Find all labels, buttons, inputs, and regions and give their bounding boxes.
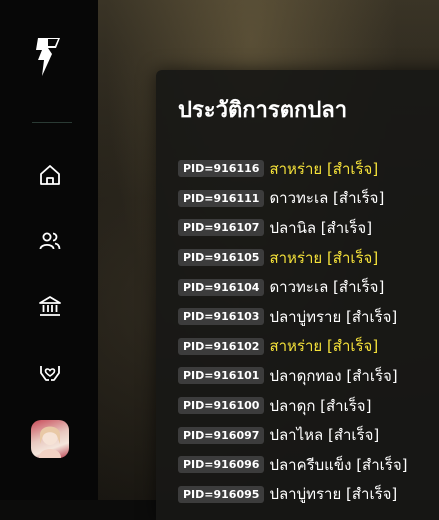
catch-label: ปลาดุกทอง [สำเร็จ] <box>269 366 398 385</box>
catch-label: สาหร่าย [สำเร็จ] <box>269 159 379 178</box>
home-icon <box>40 165 60 185</box>
catch-label: ปลาดุก [สำเร็จ] <box>269 396 372 415</box>
bank-icon <box>39 296 61 316</box>
pid-badge: PID=916116 <box>178 160 265 178</box>
pid-badge: PID=916095 <box>178 485 265 503</box>
users-icon <box>39 232 61 250</box>
catch-label: สาหร่าย [สำเร็จ] <box>269 248 379 267</box>
nav-home-button[interactable] <box>38 163 62 187</box>
catch-label: ปลาบู่ทราย [สำเร็จ] <box>269 307 398 326</box>
pid-badge: PID=916102 <box>178 337 265 355</box>
pid-badge: PID=916104 <box>178 278 265 296</box>
nav-support-button[interactable] <box>38 360 62 384</box>
catch-label: ปลานิล [สำเร็จ] <box>269 218 373 237</box>
catch-label: สาหร่าย [สำเร็จ] <box>269 337 379 356</box>
history-row: PID=916096 ปลาครีบแข็ง [สำเร็จ] <box>178 450 407 480</box>
history-row: PID=916102 สาหร่าย [สำเร็จ] <box>178 332 407 362</box>
history-row: PID=916116 สาหร่าย [สำเร็จ] <box>178 154 407 184</box>
pid-badge: PID=916105 <box>178 249 265 267</box>
nav-bank-button[interactable] <box>38 294 62 318</box>
catch-label: ดาวทะเล [สำเร็จ] <box>269 189 385 208</box>
sidebar-divider <box>32 122 72 123</box>
sidebar <box>0 0 98 500</box>
user-avatar[interactable] <box>31 420 69 458</box>
pid-badge: PID=916096 <box>178 456 265 474</box>
brand-logo[interactable] <box>34 36 64 78</box>
catch-label: ดาวทะเล [สำเร็จ] <box>269 278 385 297</box>
nav-users-button[interactable] <box>38 229 62 253</box>
pid-badge: PID=916107 <box>178 219 265 237</box>
catch-label: ปลาบู่ทราย [สำเร็จ] <box>269 485 398 504</box>
page-title: ประวัติการตกปลา <box>178 98 348 123</box>
catch-label: ปลาไหล [สำเร็จ] <box>269 426 380 445</box>
history-row: PID=916111 ดาวทะเล [สำเร็จ] <box>178 184 407 214</box>
pid-badge: PID=916101 <box>178 367 265 385</box>
fishing-history-panel: ประวัติการตกปลา PID=916116 สาหร่าย [สำเร็… <box>156 70 439 520</box>
pid-badge: PID=916111 <box>178 189 265 207</box>
history-row: PID=916104 ดาวทะเล [สำเร็จ] <box>178 272 407 302</box>
history-row: PID=916101 ปลาดุกทอง [สำเร็จ] <box>178 361 407 391</box>
history-row: PID=916103 ปลาบู่ทราย [สำเร็จ] <box>178 302 407 332</box>
history-row: PID=916095 ปลาบู่ทราย [สำเร็จ] <box>178 480 407 510</box>
history-row: PID=916097 ปลาไหล [สำเร็จ] <box>178 420 407 450</box>
pid-badge: PID=916100 <box>178 397 265 415</box>
history-row: PID=916100 ปลาดุก [สำเร็จ] <box>178 391 407 421</box>
catch-label: ปลาครีบแข็ง [สำเร็จ] <box>269 455 408 474</box>
history-list: PID=916116 สาหร่าย [สำเร็จ] PID=916111 ดาวท… <box>178 154 407 509</box>
pid-badge: PID=916097 <box>178 426 265 444</box>
history-row: PID=916105 สาหร่าย [สำเร็จ] <box>178 243 407 273</box>
history-row: PID=916107 ปลานิล [สำเร็จ] <box>178 213 407 243</box>
pid-badge: PID=916103 <box>178 308 265 326</box>
hands-heart-icon <box>40 366 60 381</box>
